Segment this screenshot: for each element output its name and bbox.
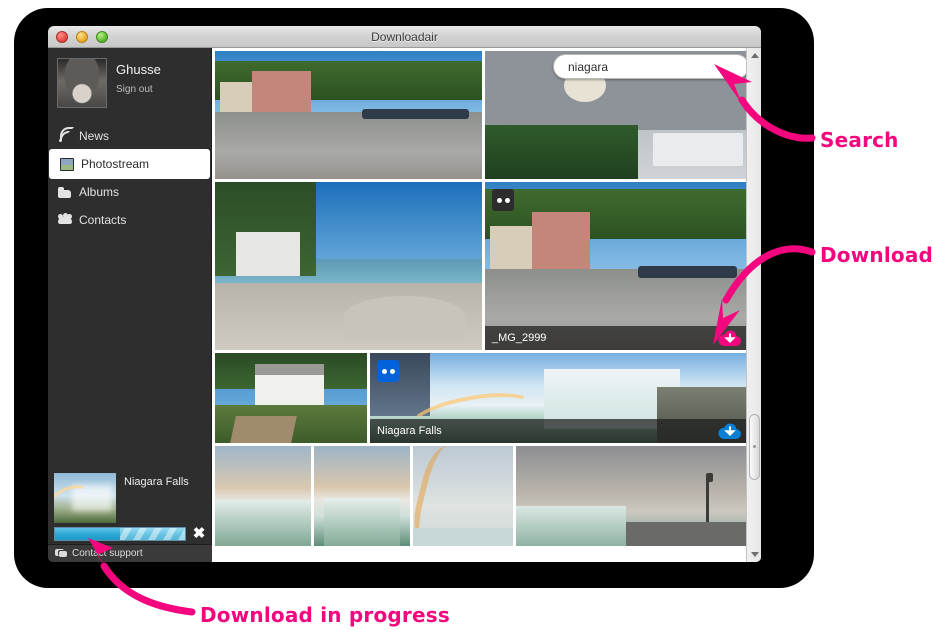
sidebar: Ghusse Sign out News Photostream Albums …	[48, 48, 212, 562]
content-pane: _MG_2999 Niagara Falls niagara	[212, 48, 761, 562]
chat-icon	[55, 549, 67, 558]
download-progress-widget: Niagara Falls ✖ Contact support	[48, 473, 212, 562]
avatar	[57, 58, 107, 108]
sidebar-item-label: Albums	[79, 185, 120, 199]
zoom-button[interactable]	[96, 31, 108, 43]
sidebar-item-label: News	[79, 129, 110, 143]
scroll-up-arrow[interactable]	[747, 48, 761, 63]
minimize-button[interactable]	[76, 31, 88, 43]
sidebar-item-contacts[interactable]: Contacts	[48, 206, 211, 234]
screenshot-root: Downloadair Ghusse Sign out News Photost…	[0, 0, 936, 630]
photo-tile-white-house[interactable]	[215, 353, 367, 443]
account-block[interactable]: Ghusse Sign out	[48, 48, 211, 114]
progress-fill	[55, 528, 120, 540]
video-badge-icon	[377, 360, 399, 382]
sidebar-item-albums[interactable]: Albums	[48, 178, 211, 206]
photo-caption-bar: Niagara Falls	[370, 419, 748, 443]
cancel-download-button[interactable]: ✖	[192, 526, 206, 541]
download-title: Niagara Falls	[124, 476, 189, 488]
download-progress-row: ✖	[48, 526, 212, 541]
contact-support-label: Contact support	[72, 548, 143, 559]
annotation-progress-label: Download in progress	[200, 603, 450, 627]
scrollbar-thumb[interactable]	[749, 414, 760, 480]
download-item: Niagara Falls	[48, 473, 212, 527]
photo-tile-falls-2[interactable]	[314, 446, 410, 546]
sidebar-item-label: Photostream	[81, 157, 150, 171]
window-controls	[56, 31, 108, 43]
photo-tile-falls-1[interactable]	[215, 446, 311, 546]
sidebar-item-label: Contacts	[79, 213, 127, 227]
app-window: Downloadair Ghusse Sign out News Photost…	[48, 26, 761, 562]
folder-icon	[58, 186, 72, 199]
video-badge-icon	[492, 189, 514, 211]
username-label: Ghusse	[116, 62, 161, 77]
photo-tile-rainbow[interactable]	[413, 446, 513, 546]
photo-grid-row: Niagara Falls	[212, 353, 748, 443]
photo-caption-bar: _MG_2999	[485, 326, 748, 350]
rss-icon	[58, 126, 74, 143]
sign-out-link[interactable]: Sign out	[116, 84, 161, 95]
photo-tile-street-1[interactable]	[215, 51, 482, 179]
progress-striped	[120, 528, 185, 540]
window-title: Downloadair	[371, 29, 438, 44]
scroll-down-arrow[interactable]	[747, 547, 761, 562]
vertical-scrollbar[interactable]	[746, 48, 761, 562]
progress-bar	[54, 527, 186, 541]
search-box[interactable]	[553, 54, 749, 79]
photo-tile-falls-dusk[interactable]	[516, 446, 746, 546]
photo-tile-niagara-falls[interactable]: Niagara Falls	[370, 353, 748, 443]
download-icon[interactable]	[718, 328, 742, 347]
photo-tile-lakehouse[interactable]	[215, 182, 482, 350]
people-icon	[58, 212, 72, 227]
download-icon[interactable]	[718, 421, 742, 440]
sidebar-nav: News Photostream Albums Contacts	[48, 122, 211, 234]
photo-icon	[60, 158, 74, 171]
sidebar-item-photostream[interactable]: Photostream	[50, 150, 209, 178]
annotation-download-label: Download	[820, 243, 934, 267]
sidebar-item-news[interactable]: News	[48, 122, 211, 150]
download-thumbnail	[54, 473, 116, 523]
photo-caption-label: _MG_2999	[492, 332, 547, 344]
contact-support-link[interactable]: Contact support	[48, 544, 212, 562]
annotation-search-label: Search	[820, 128, 899, 152]
photo-grid: _MG_2999 Niagara Falls	[212, 48, 748, 562]
search-input[interactable]	[554, 59, 748, 74]
photo-grid-row	[212, 446, 746, 546]
close-button[interactable]	[56, 31, 68, 43]
photo-grid-row: _MG_2999	[212, 182, 748, 350]
account-text: Ghusse Sign out	[116, 58, 161, 108]
title-bar: Downloadair	[48, 26, 761, 48]
photo-tile-mg-2999[interactable]: _MG_2999	[485, 182, 748, 350]
photo-caption-label: Niagara Falls	[377, 425, 442, 437]
window-body: Ghusse Sign out News Photostream Albums …	[48, 48, 761, 562]
